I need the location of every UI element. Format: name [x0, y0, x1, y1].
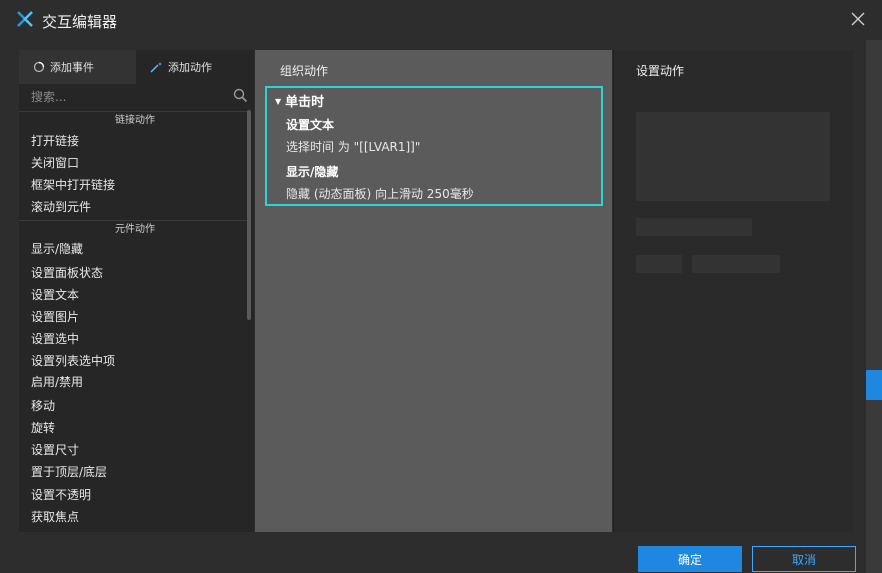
panel-title: 组织动作 — [280, 64, 329, 78]
axure-logo-icon — [17, 11, 33, 27]
action-item-show-hide[interactable]: 显示/隐藏 — [31, 240, 83, 257]
interaction-editor-dialog: 交互编辑器 添加事件 添加动作 搜索... 链接动作 打开链接 关闭窗口 框架中… — [0, 0, 882, 573]
event-case-box[interactable]: ▼ 单击时 设置文本 选择时间 为 "[[LVAR1]]" 显示/隐藏 隐藏 (动… — [265, 86, 603, 206]
action-item-set-text[interactable]: 设置文本 — [31, 286, 79, 303]
background-window-strip — [866, 40, 882, 573]
action-item-set-panel-state[interactable]: 设置面板状态 — [31, 264, 103, 281]
placeholder-block — [636, 112, 830, 201]
tab-add-action[interactable]: 添加动作 — [136, 50, 253, 84]
action-description: 选择时间 为 "[[LVAR1]]" — [286, 140, 421, 154]
search-input[interactable] — [19, 86, 254, 108]
action-item-move[interactable]: 移动 — [31, 397, 55, 414]
tab-add-event[interactable]: 添加事件 — [19, 50, 136, 84]
event-icon — [33, 61, 45, 73]
tab-label: 添加动作 — [168, 61, 212, 74]
close-icon[interactable] — [850, 11, 866, 27]
action-item-set-opacity[interactable]: 设置不透明 — [31, 486, 91, 503]
action-description: 隐藏 (动态面板) 向上滑动 250毫秒 — [286, 187, 474, 201]
background-accent — [866, 370, 882, 400]
action-item-rotate[interactable]: 旋转 — [31, 419, 55, 436]
event-header[interactable]: ▼ 单击时 — [275, 91, 324, 110]
search-box — [19, 86, 254, 108]
action-item-open-link[interactable]: 打开链接 — [31, 132, 79, 149]
action-item-set-image[interactable]: 设置图片 — [31, 308, 79, 325]
event-label: 单击时 — [285, 95, 325, 110]
action-item-scroll-to-widget[interactable]: 滚动到元件 — [31, 198, 91, 215]
action-title[interactable]: 显示/隐藏 — [286, 163, 338, 180]
cancel-button[interactable]: 取消 — [752, 546, 856, 572]
search-icon[interactable] — [233, 88, 248, 103]
scrollbar[interactable] — [247, 110, 251, 320]
title-bar: 交互编辑器 — [0, 0, 882, 40]
action-item-bring-front-back[interactable]: 置于顶层/底层 — [31, 463, 107, 480]
placeholder-bar — [636, 255, 682, 273]
action-item-enable-disable[interactable]: 启用/禁用 — [31, 373, 83, 390]
action-library-panel: 添加事件 添加动作 链接动作 打开链接 关闭窗口 框架中打开链接 滚动到元件 元… — [19, 50, 254, 532]
action-item-focus[interactable]: 获取焦点 — [31, 508, 79, 525]
organize-actions-panel: 组织动作 ▼ 单击时 设置文本 选择时间 为 "[[LVAR1]]" 显示/隐藏 … — [255, 50, 612, 532]
action-title[interactable]: 设置文本 — [286, 116, 334, 133]
action-item-set-size[interactable]: 设置尺寸 — [31, 441, 79, 458]
placeholder-bar — [636, 218, 752, 236]
category-header-link-actions: 链接动作 — [19, 111, 251, 126]
tab-bar: 添加事件 添加动作 — [19, 50, 254, 84]
action-item-close-window[interactable]: 关闭窗口 — [31, 154, 79, 171]
triangle-down-icon: ▼ — [275, 97, 282, 106]
placeholder-bar — [692, 255, 780, 273]
ok-button[interactable]: 确定 — [638, 546, 742, 572]
window-title: 交互编辑器 — [42, 13, 118, 31]
action-item-set-selected[interactable]: 设置选中 — [31, 330, 79, 347]
tab-label: 添加事件 — [50, 61, 94, 74]
configure-action-panel: 设置动作 — [613, 50, 853, 532]
action-item-open-link-in-frame[interactable]: 框架中打开链接 — [31, 176, 115, 193]
category-header-widget-actions: 元件动作 — [19, 220, 251, 235]
panel-title: 设置动作 — [636, 64, 685, 78]
action-item-set-list-selected[interactable]: 设置列表选中项 — [31, 352, 115, 369]
magic-wand-icon — [150, 62, 162, 73]
